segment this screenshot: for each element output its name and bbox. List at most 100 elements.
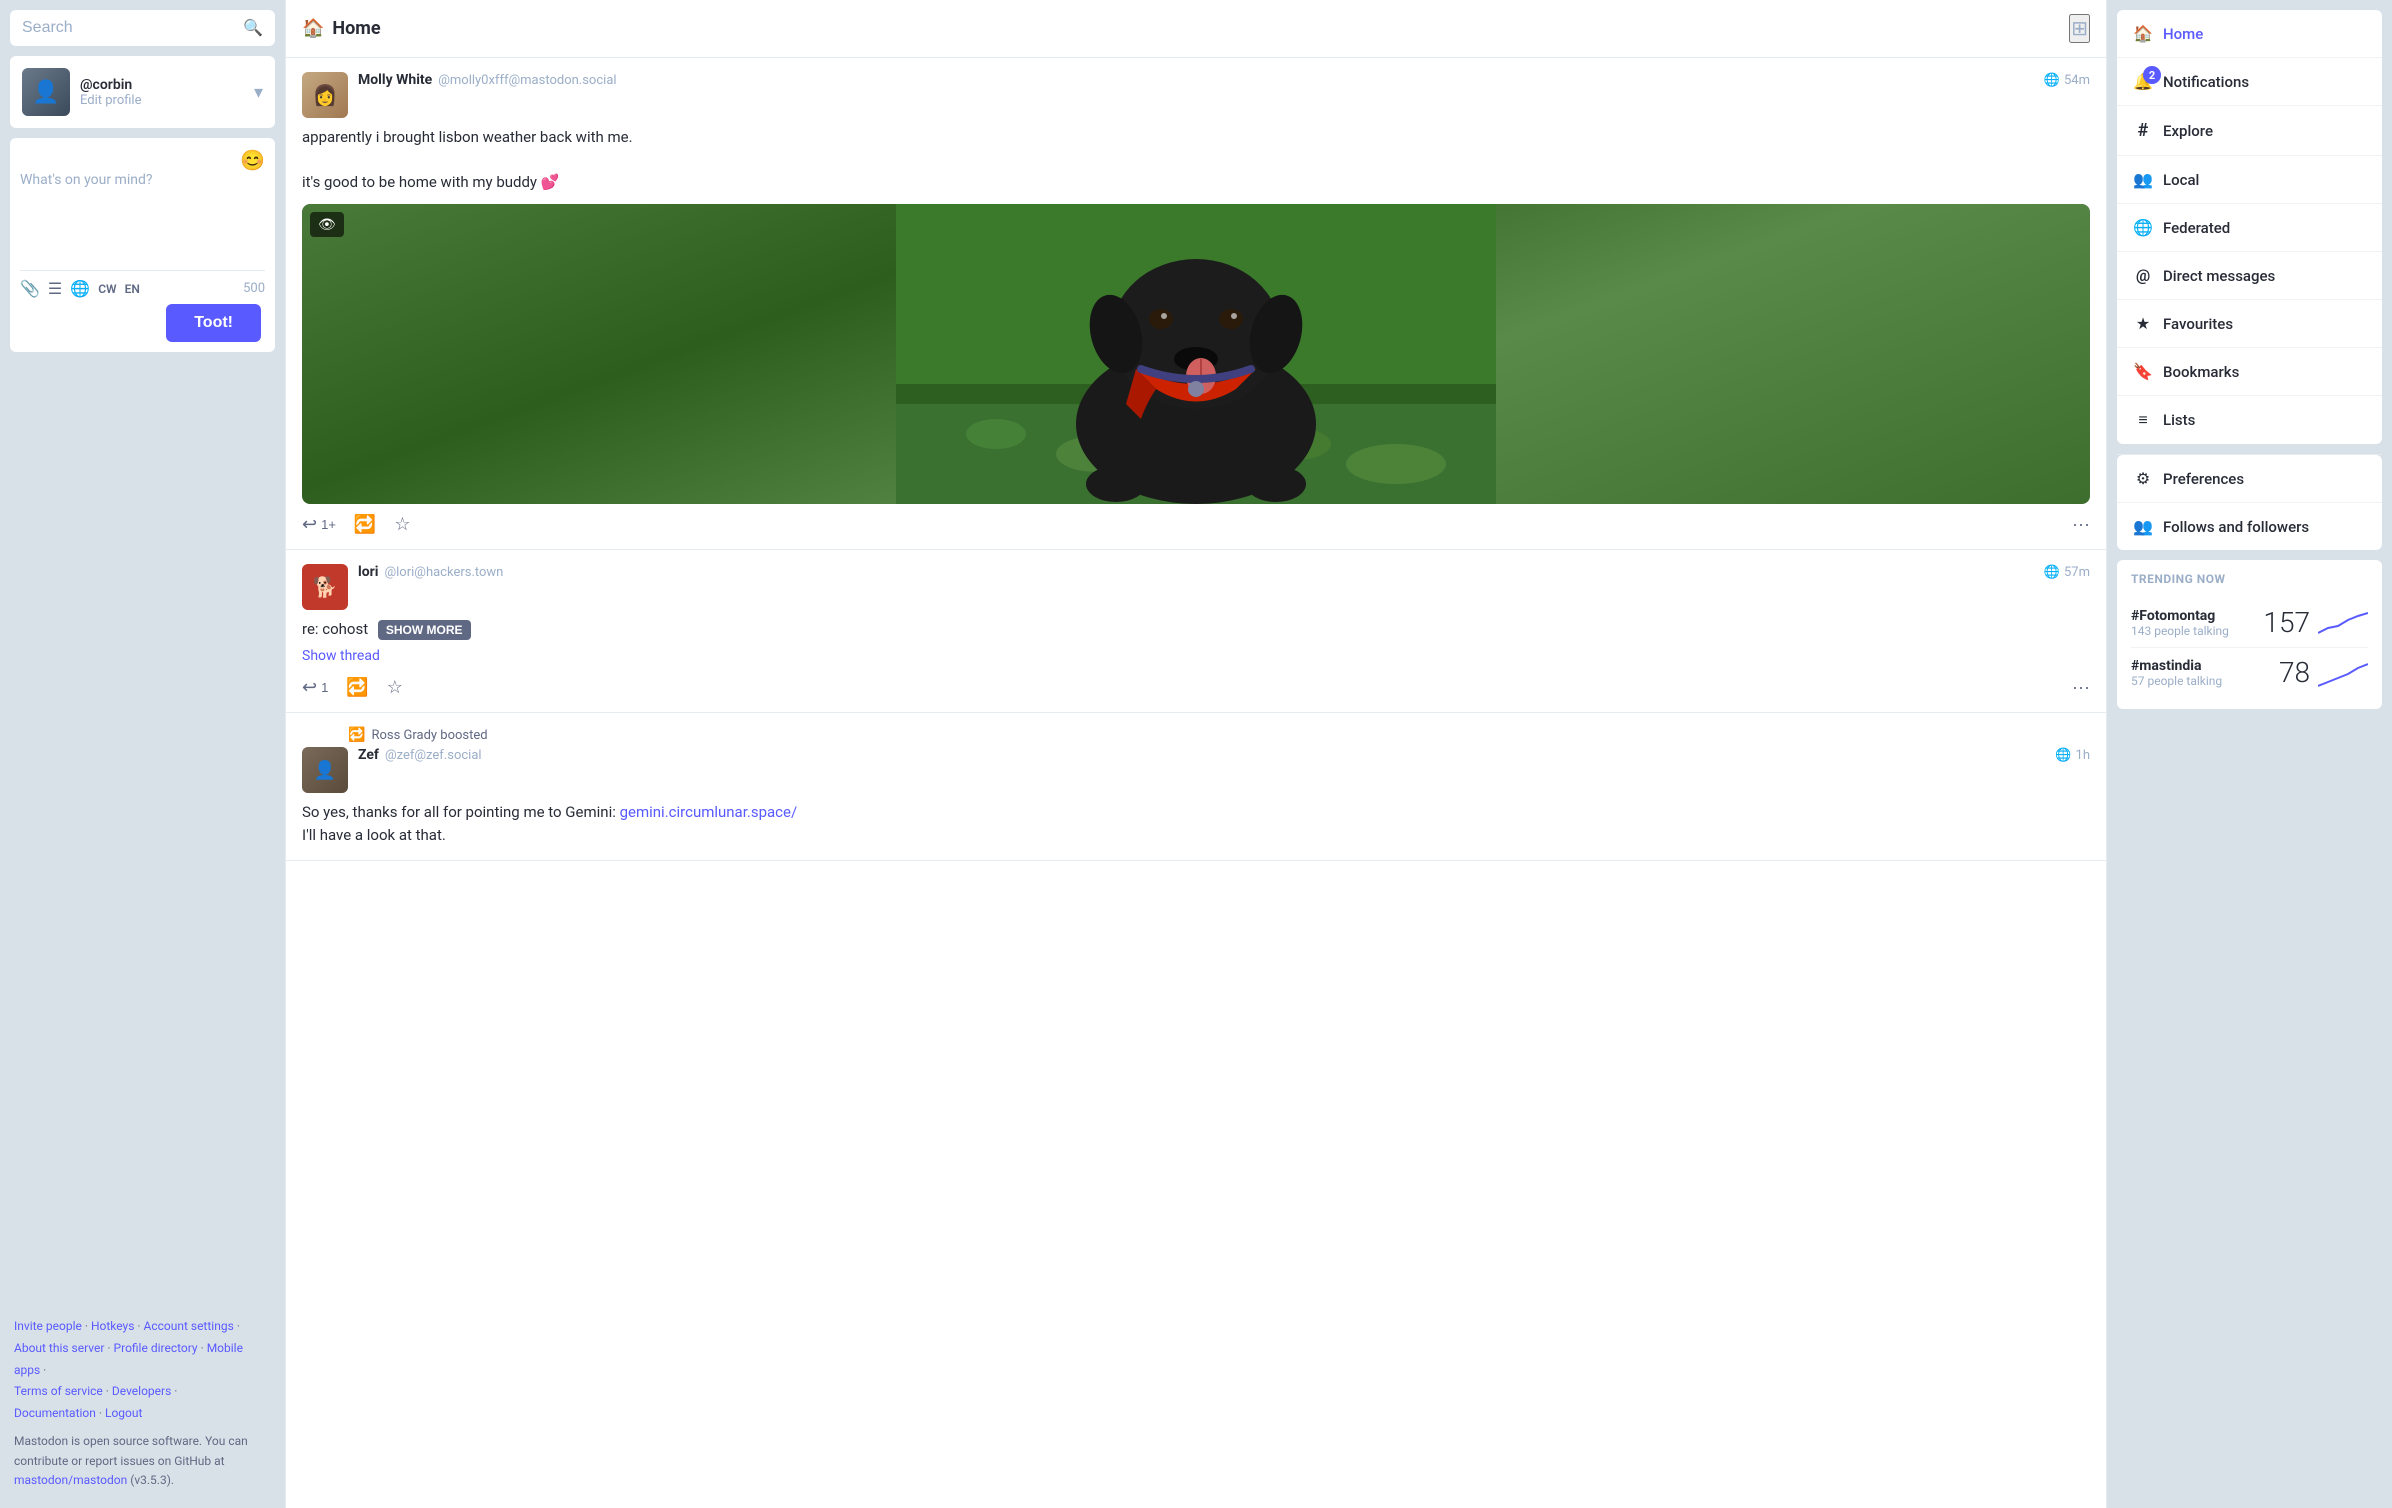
trending-title: TRENDING NOW (2131, 572, 2368, 586)
profile-info: @corbin Edit profile (80, 77, 244, 108)
post-meta-lori: lori @lori@hackers.town 🌐 57m (358, 564, 2090, 580)
account-settings-link[interactable]: Account settings (144, 1319, 234, 1333)
right-sidebar: 🏠 Home 🔔 2 Notifications # Explore 👥 Loc… (2107, 0, 2392, 1508)
avatar: 👤 (22, 68, 70, 116)
globe-icon: 🌐 (2044, 565, 2060, 580)
emoji-button[interactable]: 😊 (240, 148, 265, 172)
developers-link[interactable]: Developers (112, 1384, 171, 1398)
lang-button[interactable]: EN (125, 282, 140, 296)
nav-item-federated[interactable]: 🌐 Federated (2117, 204, 2382, 252)
profile-directory-link[interactable]: Profile directory (114, 1341, 198, 1355)
nav-item-explore[interactable]: # Explore (2117, 106, 2382, 156)
dog-image (302, 204, 2090, 504)
explore-icon: # (2133, 120, 2153, 141)
profile-chevron-icon[interactable]: ▾ (254, 82, 263, 103)
reply-button[interactable]: ↩ 1+ (302, 514, 336, 535)
reply-button-lori[interactable]: ↩ 1 (302, 677, 328, 698)
post-time: 🌐 54m (2044, 73, 2090, 88)
hotkeys-link[interactable]: Hotkeys (91, 1319, 134, 1333)
notifications-badge: 2 (2143, 66, 2161, 84)
trending-info-mastindia: #mastindia 57 people talking (2131, 658, 2279, 688)
post-actions-molly: ↩ 1+ 🔁 ☆ ··· (302, 514, 2090, 535)
post-author-handle-lori: @lori@hackers.town (384, 565, 503, 580)
post-lori: 🐕 lori @lori@hackers.town 🌐 57m re: coho… (286, 550, 2106, 714)
post-author-name-zef[interactable]: Zef (358, 747, 379, 763)
nav-secondary-list: ⚙ Preferences 👥 Follows and followers (2117, 455, 2382, 550)
favourite-button-lori[interactable]: ☆ (387, 677, 403, 698)
post-molly: 👩 Molly White @molly0xfff@mastodon.socia… (286, 58, 2106, 550)
globe-icon[interactable]: 🌐 (70, 279, 90, 298)
invite-people-link[interactable]: Invite people (14, 1319, 82, 1333)
more-button[interactable]: ··· (2072, 514, 2090, 535)
nav-item-notifications[interactable]: 🔔 2 Notifications (2117, 58, 2382, 106)
nav-label-direct-messages: Direct messages (2163, 267, 2275, 285)
feed-title-text: Home (332, 18, 380, 39)
star-icon: ★ (2133, 314, 2153, 333)
post-meta-molly: Molly White @molly0xfff@mastodon.social … (358, 72, 2090, 88)
nav-item-preferences[interactable]: ⚙ Preferences (2117, 455, 2382, 503)
char-count: 500 (243, 281, 265, 296)
github-link[interactable]: mastodon/mastodon (14, 1473, 127, 1487)
boost-icon: 🔁 (348, 727, 365, 743)
nav-item-direct-messages[interactable]: @ Direct messages (2117, 252, 2382, 300)
edit-profile-link[interactable]: Edit profile (80, 93, 244, 108)
trending-tag-mastindia[interactable]: #mastindia (2131, 658, 2279, 674)
more-button-lori[interactable]: ··· (2072, 677, 2090, 698)
lists-icon: ≡ (2133, 410, 2153, 430)
trending-chart-fotomontag (2318, 608, 2368, 638)
logout-link[interactable]: Logout (105, 1406, 142, 1420)
favourite-button[interactable]: ☆ (394, 514, 410, 535)
hide-image-button[interactable]: 👁 (310, 212, 344, 237)
gemini-link[interactable]: gemini.circumlunar.space/ (620, 803, 798, 821)
nav-item-follows-followers[interactable]: 👥 Follows and followers (2117, 503, 2382, 550)
search-input[interactable] (22, 19, 235, 37)
trending-count-mastindia: 78 (2279, 656, 2310, 689)
documentation-link[interactable]: Documentation (14, 1406, 96, 1420)
compose-textarea[interactable] (20, 172, 265, 262)
show-more-button[interactable]: SHOW MORE (378, 620, 471, 640)
nav-label-federated: Federated (2163, 219, 2230, 237)
post-time-text-zef: 1h (2076, 748, 2090, 763)
local-icon: 👥 (2133, 170, 2153, 189)
post-time-text: 54m (2064, 73, 2090, 88)
search-button[interactable]: 🔍 (243, 18, 263, 38)
search-box: 🔍 (10, 10, 275, 46)
nav-item-favourites[interactable]: ★ Favourites (2117, 300, 2382, 348)
trending-count-fotomontag: 157 (2263, 606, 2310, 639)
show-thread-link[interactable]: Show thread (302, 646, 2090, 667)
trending-item-fotomontag: #Fotomontag 143 people talking 157 (2131, 598, 2368, 648)
toot-button[interactable]: Toot! (166, 304, 261, 342)
post-actions-lori: ↩ 1 🔁 ☆ ··· (302, 677, 2090, 698)
nav-item-home[interactable]: 🏠 Home (2117, 10, 2382, 58)
compose-toolbar: 📎 ☰ 🌐 CW EN 500 (20, 270, 265, 298)
trending-tag-fotomontag[interactable]: #Fotomontag (2131, 608, 2263, 624)
post-author-handle-zef: @zef@zef.social (385, 748, 482, 763)
nav-label-preferences: Preferences (2163, 470, 2244, 488)
trending-people-mastindia: 57 people talking (2131, 674, 2279, 688)
reply-count: 1+ (321, 517, 336, 532)
nav-label-explore: Explore (2163, 122, 2213, 140)
attach-icon[interactable]: 📎 (20, 279, 40, 298)
about-server-link[interactable]: About this server (14, 1341, 104, 1355)
post-author-name-lori[interactable]: lori (358, 564, 378, 580)
boost-button-lori[interactable]: 🔁 (346, 677, 368, 698)
cw-button[interactable]: CW (98, 282, 116, 296)
post-time-text-lori: 57m (2064, 565, 2090, 580)
sidebar-footer: Invite people · Hotkeys · Account settin… (10, 1308, 275, 1498)
post-meta-zef: Zef @zef@zef.social 🌐 1h (358, 747, 2090, 763)
nav-item-bookmarks[interactable]: 🔖 Bookmarks (2117, 348, 2382, 396)
trending-people-fotomontag: 143 people talking (2131, 624, 2263, 638)
post-time-lori: 🌐 57m (2044, 565, 2090, 580)
post-author-name[interactable]: Molly White (358, 72, 432, 88)
feed-settings-button[interactable]: ⊞ (2069, 14, 2090, 43)
list-icon[interactable]: ☰ (48, 279, 62, 298)
nav-primary-list: 🏠 Home 🔔 2 Notifications # Explore 👥 Loc… (2117, 10, 2382, 444)
globe-icon: 🌐 (2055, 748, 2071, 763)
boost-button[interactable]: 🔁 (354, 514, 376, 535)
nav-item-lists[interactable]: ≡ Lists (2117, 396, 2382, 444)
post-content-molly: apparently i brought lisbon weather back… (302, 126, 2090, 194)
terms-of-service-link[interactable]: Terms of service (14, 1384, 103, 1398)
avatar-zef: 👤 (302, 747, 348, 793)
home-icon: 🏠 (2133, 24, 2153, 43)
nav-item-local[interactable]: 👥 Local (2117, 156, 2382, 204)
